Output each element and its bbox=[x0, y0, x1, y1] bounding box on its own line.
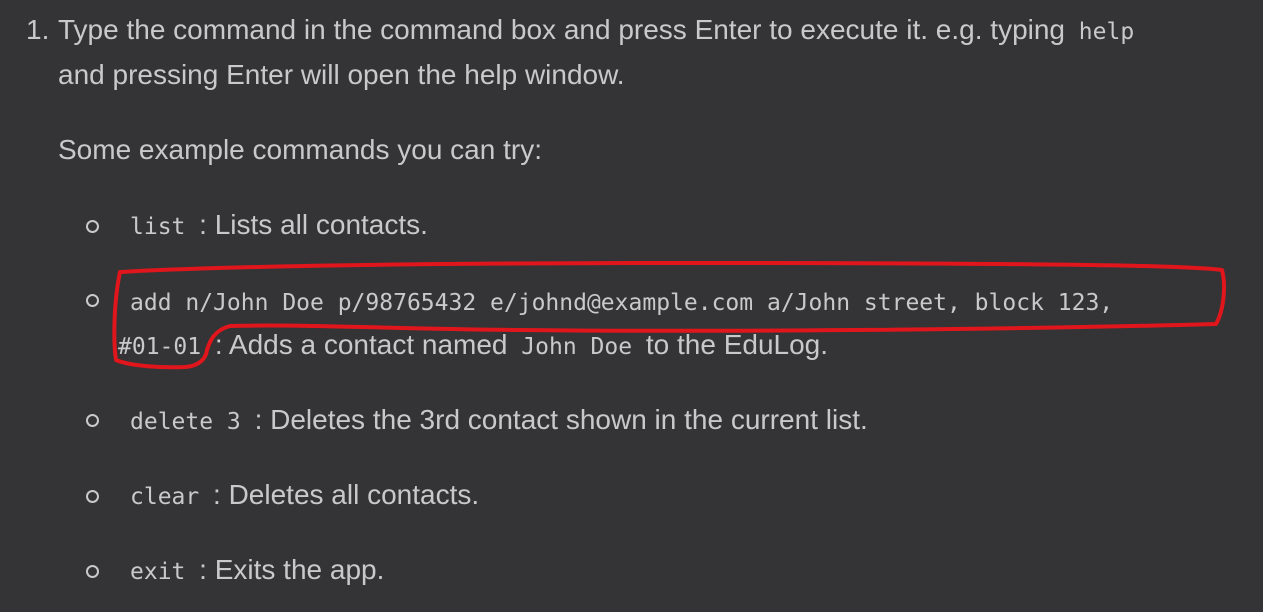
examples-intro: Some example commands you can try: bbox=[58, 134, 542, 165]
list-item: list : Lists all contacts. bbox=[124, 211, 428, 239]
contact-name-code: John Doe bbox=[521, 334, 633, 360]
bullet-icon bbox=[86, 565, 99, 578]
step-text-continued: and pressing Enter will open the help wi… bbox=[58, 59, 625, 90]
list-item: add n/John Doe p/98765432 e/johnd@exampl… bbox=[124, 287, 1119, 315]
add-command-code-continued: #01-01 bbox=[118, 334, 202, 360]
clear-command-code: clear bbox=[130, 484, 200, 510]
list-item: exit : Exits the app. bbox=[124, 556, 384, 584]
add-command-desc-end: to the EduLog. bbox=[645, 329, 829, 360]
bullet-icon bbox=[86, 220, 99, 233]
bullet-icon bbox=[86, 294, 99, 307]
exit-command-desc: : Exits the app. bbox=[199, 554, 385, 585]
help-command-code: help bbox=[1078, 19, 1135, 45]
exit-command-code: exit bbox=[130, 559, 186, 585]
list-command-desc: : Lists all contacts. bbox=[199, 209, 428, 240]
list-item: clear : Deletes all contacts. bbox=[124, 481, 479, 509]
step-line-1: Type the command in the command box and … bbox=[58, 16, 1140, 44]
step-line-2: and pressing Enter will open the help wi… bbox=[58, 61, 625, 89]
step-text: Type the command in the command box and … bbox=[58, 14, 1066, 45]
delete-command-desc: : Deletes the 3rd contact shown in the c… bbox=[254, 404, 868, 435]
list-item-continued: #01-01 : Adds a contact named John Doe t… bbox=[112, 331, 828, 359]
list-command-code: list bbox=[130, 214, 186, 240]
clear-command-desc: : Deletes all contacts. bbox=[213, 479, 480, 510]
list-item: delete 3 : Deletes the 3rd contact shown… bbox=[124, 406, 868, 434]
add-command-code: add n/John Doe p/98765432 e/johnd@exampl… bbox=[130, 290, 1114, 316]
bullet-icon bbox=[86, 414, 99, 427]
delete-command-code: delete 3 bbox=[130, 409, 241, 435]
bullet-icon bbox=[86, 490, 99, 503]
add-command-desc: : Adds a contact named bbox=[214, 329, 508, 360]
step-number: 1. bbox=[26, 14, 50, 45]
